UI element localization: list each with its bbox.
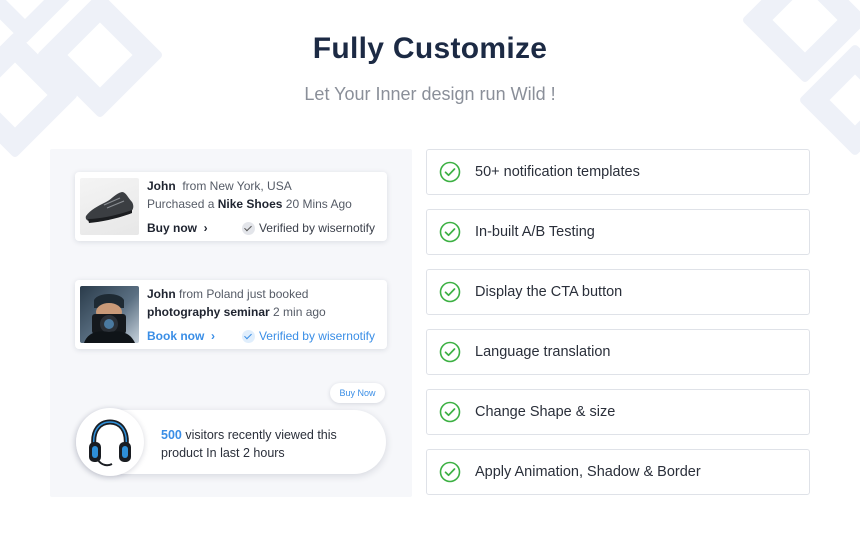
time-ago: 2 min ago — [273, 305, 326, 319]
headphones-image — [76, 408, 144, 476]
feature-label: In-built A/B Testing — [475, 224, 595, 240]
verified-badge: Verified by wisernotify — [241, 221, 375, 235]
product-name: Nike Shoes — [217, 197, 283, 211]
verified-text: Verified by wisernotify — [258, 329, 375, 343]
customer-location: from Poland just booked — [179, 287, 309, 301]
notification-detail: photography seminar 2 min ago — [147, 305, 326, 319]
photographer-image — [80, 286, 139, 343]
book-now-link[interactable]: Book now › — [147, 329, 215, 343]
chevron-right-icon: › — [200, 221, 208, 235]
check-circle-icon — [439, 281, 461, 303]
feature-label: 50+ notification templates — [475, 164, 640, 180]
customer-name: John — [147, 179, 176, 193]
check-circle-icon — [241, 221, 255, 235]
feature-item-shape-size: Change Shape & size — [426, 389, 810, 435]
check-circle-icon — [241, 329, 255, 343]
time-ago: 20 Mins Ago — [285, 197, 352, 211]
sneaker-image — [80, 178, 139, 235]
visitor-text-line2: product In last 2 hours — [161, 446, 285, 460]
check-circle-icon — [439, 341, 461, 363]
buy-now-link[interactable]: Buy now › — [147, 221, 208, 235]
feature-label: Change Shape & size — [475, 404, 616, 420]
booking-notification-card[interactable]: John from Poland just booked photography… — [75, 280, 387, 349]
feature-item-translation: Language translation — [426, 329, 810, 375]
visitor-text-line1: visitors recently viewed this — [181, 428, 337, 442]
page-subtitle: Let Your Inner design run Wild ! — [304, 84, 556, 104]
feature-item-animation: Apply Animation, Shadow & Border — [426, 449, 810, 495]
feature-label: Language translation — [475, 344, 611, 360]
check-circle-icon — [439, 401, 461, 423]
feature-item-ab-testing: In-built A/B Testing — [426, 209, 810, 255]
action-text: Purchased a — [147, 197, 215, 211]
check-circle-icon — [439, 161, 461, 183]
customer-location: from New York, USA — [182, 179, 292, 193]
feature-item-templates: 50+ notification templates — [426, 149, 810, 195]
purchase-notification-card[interactable]: John from New York, USA Purchased a Nike… — [75, 172, 387, 241]
book-now-label: Book now — [147, 329, 205, 343]
page-title: Fully Customize — [312, 32, 548, 65]
notification-header: John from Poland just booked — [147, 287, 308, 301]
chevron-right-icon: › — [207, 329, 216, 343]
event-name: photography seminar — [147, 305, 270, 319]
buy-now-label: Buy now — [147, 221, 197, 235]
verified-text: Verified by wisernotify — [258, 221, 375, 235]
visitor-count-notification[interactable]: 500 visitors recently viewed this produc… — [76, 408, 386, 476]
visitor-count-text: 500 visitors recently viewed this produc… — [161, 426, 361, 462]
feature-label: Apply Animation, Shadow & Border — [475, 464, 701, 480]
check-circle-icon — [439, 461, 461, 483]
notification-detail: Purchased a Nike Shoes 20 Mins Ago — [147, 197, 352, 211]
customer-name: John — [147, 287, 176, 301]
feature-item-cta-button: Display the CTA button — [426, 269, 810, 315]
buy-now-button[interactable]: Buy Now — [330, 383, 385, 403]
verified-badge: Verified by wisernotify — [241, 329, 375, 343]
visitor-count: 500 — [161, 428, 182, 442]
notification-preview-panel: John from New York, USA Purchased a Nike… — [50, 149, 412, 497]
feature-label: Display the CTA button — [475, 284, 623, 300]
notification-header: John from New York, USA — [147, 179, 292, 193]
check-circle-icon — [439, 221, 461, 243]
